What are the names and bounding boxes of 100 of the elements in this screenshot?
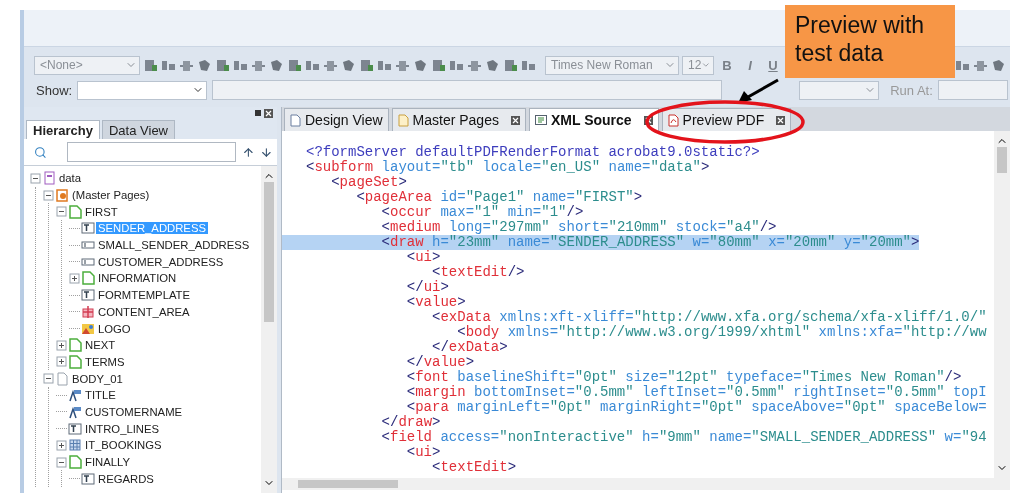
code-line: </ui> bbox=[405, 280, 449, 295]
code-line: </exData> bbox=[431, 340, 508, 355]
editor-tab[interactable]: Master Pages bbox=[391, 108, 526, 131]
code-line: <field access="nonInteractive" h="9mm" name="SMALL_SENDER_ADDRESS" w="94 bbox=[380, 430, 987, 445]
page-icon bbox=[68, 338, 82, 353]
toolbar-icon[interactable] bbox=[215, 57, 230, 73]
tree-item[interactable]: CUSTOMER_ADDRESS bbox=[96, 255, 226, 268]
tree-item[interactable]: data bbox=[57, 172, 83, 185]
up-arrow-icon[interactable] bbox=[241, 145, 255, 159]
tree-item[interactable]: FORMTEMPLATE bbox=[96, 289, 193, 302]
collapse-icon[interactable] bbox=[43, 189, 54, 201]
scrollbar-thumb[interactable] bbox=[264, 182, 274, 322]
tree-item[interactable]: LOGO bbox=[96, 322, 133, 335]
toolbar-icon[interactable] bbox=[359, 57, 374, 73]
down-arrow-icon[interactable] bbox=[260, 145, 273, 159]
tree-item[interactable]: BODY_01 bbox=[70, 372, 125, 385]
code-line: <pageArea id="Page1" name="FIRST"> bbox=[355, 190, 643, 205]
show-dropdown[interactable] bbox=[77, 80, 208, 100]
expand-icon[interactable] bbox=[56, 339, 67, 351]
caption-icon bbox=[68, 404, 82, 419]
page-icon bbox=[68, 354, 82, 369]
caption-icon bbox=[68, 388, 82, 403]
pages-icon bbox=[55, 188, 69, 203]
code-line: <pageSet> bbox=[330, 175, 407, 190]
toolbar-icon[interactable] bbox=[143, 57, 158, 73]
tree-item[interactable]: INFORMATION bbox=[96, 272, 179, 285]
expand-icon[interactable] bbox=[56, 356, 67, 368]
expand-icon[interactable] bbox=[69, 272, 80, 284]
editor-tab[interactable]: Preview PDF bbox=[661, 108, 792, 131]
tree-item[interactable]: (Master Pages) bbox=[70, 189, 152, 202]
editor-tab[interactable]: Design View bbox=[284, 108, 389, 131]
tree-item[interactable]: SMALL_SENDER_ADDRESS bbox=[96, 239, 252, 252]
page-icon bbox=[68, 204, 82, 219]
expand-icon[interactable] bbox=[56, 439, 67, 451]
vertical-scrollbar[interactable] bbox=[261, 166, 277, 493]
close-icon[interactable] bbox=[264, 108, 273, 118]
horizontal-scrollbar[interactable] bbox=[282, 478, 1010, 490]
code-line: <medium long="297mm" short="210mm" stock="a4"/> bbox=[380, 220, 777, 235]
tree-item[interactable]: INTRO_LINES bbox=[83, 422, 162, 435]
code-line: <subform layout="tb" locale="en_US" name="data"> bbox=[305, 160, 710, 175]
callout: Preview with test data bbox=[785, 5, 955, 78]
arrow bbox=[736, 78, 780, 104]
page-icon bbox=[290, 113, 301, 127]
tree-item[interactable]: CUSTOMERNAME bbox=[83, 405, 185, 418]
panel-tab[interactable]: Data View bbox=[102, 120, 175, 139]
close-icon[interactable] bbox=[643, 115, 653, 125]
run-at-field[interactable] bbox=[937, 80, 1008, 100]
tree-item[interactable]: REGARDS bbox=[96, 472, 156, 485]
collapse-icon[interactable] bbox=[56, 456, 67, 468]
tree-item[interactable]: CONTENT_AREA bbox=[96, 305, 192, 318]
code-line: <ui> bbox=[405, 445, 441, 460]
code-line: <para marginLeft="0pt" marginRight="0pt" spaceAbove="0pt" spaceBelow= bbox=[405, 400, 987, 415]
close-icon[interactable] bbox=[776, 115, 786, 125]
toolbar-icon[interactable] bbox=[991, 57, 1006, 73]
scrollbar-thumb[interactable] bbox=[997, 147, 1007, 173]
text-field-icon bbox=[81, 288, 95, 303]
vertical-scrollbar[interactable] bbox=[994, 131, 1010, 478]
search-field[interactable] bbox=[66, 142, 236, 162]
collapse-icon[interactable] bbox=[43, 373, 54, 385]
text-field-icon bbox=[81, 471, 95, 486]
text-field-icon bbox=[81, 221, 95, 236]
code-line: <textEdit/> bbox=[431, 265, 525, 280]
script-field[interactable] bbox=[212, 80, 723, 100]
toolbar-icon[interactable] bbox=[485, 57, 500, 73]
code-line: </draw> bbox=[380, 415, 441, 430]
toolbar-icon[interactable] bbox=[431, 57, 446, 73]
page-icon bbox=[397, 113, 409, 127]
toolbar-icon[interactable] bbox=[341, 57, 356, 73]
toolbar-icon[interactable] bbox=[197, 57, 212, 73]
tree-item[interactable]: NEXT bbox=[83, 339, 118, 352]
tree-item[interactable]: TITLE bbox=[83, 389, 118, 402]
collapse-icon[interactable] bbox=[30, 172, 41, 184]
text-field-icon bbox=[68, 421, 82, 436]
collapse-icon[interactable] bbox=[56, 206, 67, 218]
content-area-icon bbox=[81, 304, 95, 319]
panel-tab[interactable]: Hierarchy bbox=[26, 120, 100, 139]
image-icon bbox=[81, 321, 95, 336]
code-line: <ui> bbox=[405, 250, 441, 265]
close-icon[interactable] bbox=[510, 115, 520, 125]
tree-item[interactable]: FINALLY bbox=[83, 456, 132, 469]
code-line: <font baselineShift="0pt" size="12pt" typeface="Times New Roman"/> bbox=[405, 370, 962, 385]
toolbar-icon[interactable] bbox=[413, 57, 428, 73]
toolbar-icon[interactable] bbox=[287, 57, 302, 73]
toolbar-icon[interactable] bbox=[503, 57, 518, 73]
code-line: <exData xmlns:xft-xliff="http://www.xfa.org/schema/xfa-xliff/1.0/" bbox=[431, 310, 987, 325]
code-line: <occur max="1" min="1"/> bbox=[380, 205, 584, 220]
tree-item[interactable]: IT_BOOKINGS bbox=[83, 439, 164, 452]
page-icon bbox=[68, 455, 82, 470]
form-icon bbox=[42, 171, 56, 186]
show-label: Show: bbox=[36, 82, 73, 98]
pdf-icon bbox=[667, 113, 679, 127]
scrollbar-thumb[interactable] bbox=[298, 480, 398, 488]
toolbar-icon[interactable] bbox=[269, 57, 284, 73]
editor-tab[interactable]: XML Source bbox=[528, 108, 659, 131]
tree-item[interactable]: FIRST bbox=[83, 205, 120, 218]
table-icon bbox=[68, 438, 82, 453]
page-icon bbox=[81, 271, 95, 286]
search-icon[interactable] bbox=[34, 145, 47, 159]
code-icon bbox=[534, 114, 547, 126]
tree-item[interactable]: TERMS bbox=[83, 355, 127, 368]
